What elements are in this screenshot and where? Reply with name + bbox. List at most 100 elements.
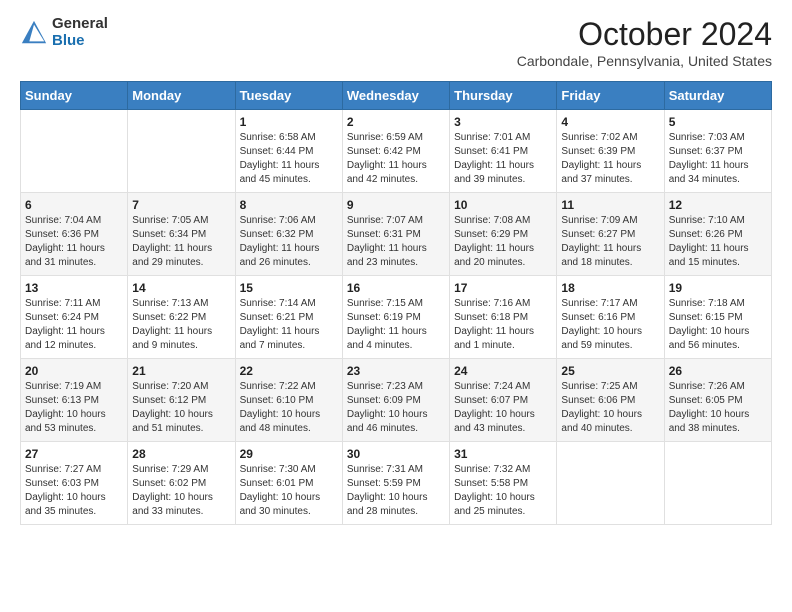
day-info: Sunrise: 7:24 AMSunset: 6:07 PMDaylight:…	[454, 380, 552, 436]
day-info: Sunrise: 7:18 AMSunset: 6:15 PMDaylight:…	[669, 297, 767, 353]
day-number: 3	[454, 115, 552, 129]
day-number: 28	[132, 447, 230, 461]
day-number: 8	[240, 198, 338, 212]
calendar-cell: 7 Sunrise: 7:05 AMSunset: 6:34 PMDaylight…	[128, 193, 235, 276]
week-row-1: 6Sunrise: 7:04 AMSunset: 6:36 PMDaylight…	[21, 193, 772, 276]
header-cell-saturday: Saturday	[664, 82, 771, 110]
week-row-4: 27 Sunrise: 7:27 AMSunset: 6:03 PMDayligh…	[21, 442, 772, 525]
day-info: Sunrise: 7:27 AMSunset: 6:03 PMDaylight:…	[25, 463, 123, 519]
day-number: 21	[132, 364, 230, 378]
day-info: Sunrise: 7:02 AMSunset: 6:39 PMDaylight:…	[561, 131, 659, 187]
day-number: 18	[561, 281, 659, 295]
calendar-cell: 31 Sunrise: 7:32 AMSunset: 5:58 PMDayligh…	[450, 442, 557, 525]
calendar-cell: 17 Sunrise: 7:16 AMSunset: 6:18 PMDayligh…	[450, 276, 557, 359]
day-number: 22	[240, 364, 338, 378]
day-number: 5	[669, 115, 767, 129]
calendar-cell: 23 Sunrise: 7:23 AMSunset: 6:09 PMDayligh…	[342, 359, 449, 442]
week-row-3: 20 Sunrise: 7:19 AMSunset: 6:13 PMDayligh…	[21, 359, 772, 442]
day-number: 19	[669, 281, 767, 295]
day-number: 16	[347, 281, 445, 295]
calendar-cell: 2 Sunrise: 6:59 AMSunset: 6:42 PMDaylight…	[342, 110, 449, 193]
day-info: Sunrise: 7:23 AMSunset: 6:09 PMDaylight:…	[347, 380, 445, 436]
location-title: Carbondale, Pennsylvania, United States	[517, 53, 772, 69]
day-info: Sunrise: 7:13 AMSunset: 6:22 PMDaylight:…	[132, 297, 230, 353]
logo-general-text: General	[52, 16, 108, 33]
calendar-cell: 28 Sunrise: 7:29 AMSunset: 6:02 PMDayligh…	[128, 442, 235, 525]
calendar-cell: 3 Sunrise: 7:01 AMSunset: 6:41 PMDaylight…	[450, 110, 557, 193]
day-number: 25	[561, 364, 659, 378]
logo-text: General Blue	[52, 16, 108, 49]
day-info: Sunrise: 7:08 AMSunset: 6:29 PMDaylight:…	[454, 214, 552, 270]
day-info: Sunrise: 7:32 AMSunset: 5:58 PMDaylight:…	[454, 463, 552, 519]
day-number: 6	[25, 198, 123, 212]
title-block: October 2024 Carbondale, Pennsylvania, U…	[517, 16, 772, 69]
day-info: Sunrise: 7:17 AMSunset: 6:16 PMDaylight:…	[561, 297, 659, 353]
calendar-cell: 21Sunrise: 7:20 AMSunset: 6:12 PMDayligh…	[128, 359, 235, 442]
day-info: Sunrise: 7:29 AMSunset: 6:02 PMDaylight:…	[132, 463, 230, 519]
day-info: Sunrise: 7:01 AMSunset: 6:41 PMDaylight:…	[454, 131, 552, 187]
day-number: 29	[240, 447, 338, 461]
day-info: Sunrise: 7:07 AMSunset: 6:31 PMDaylight:…	[347, 214, 445, 270]
day-info: Sunrise: 7:03 AMSunset: 6:37 PMDaylight:…	[669, 131, 767, 187]
day-info: Sunrise: 7:09 AMSunset: 6:27 PMDaylight:…	[561, 214, 659, 270]
calendar-body: 1 Sunrise: 6:58 AMSunset: 6:44 PMDaylight…	[21, 110, 772, 525]
calendar-cell	[557, 442, 664, 525]
day-number: 27	[25, 447, 123, 461]
calendar-cell: 13 Sunrise: 7:11 AMSunset: 6:24 PMDayligh…	[21, 276, 128, 359]
day-info: Sunrise: 6:58 AMSunset: 6:44 PMDaylight:…	[240, 131, 338, 187]
calendar-cell: 22 Sunrise: 7:22 AMSunset: 6:10 PMDayligh…	[235, 359, 342, 442]
header-cell-tuesday: Tuesday	[235, 82, 342, 110]
calendar-cell: 24 Sunrise: 7:24 AMSunset: 6:07 PMDayligh…	[450, 359, 557, 442]
day-number: 20	[25, 364, 123, 378]
day-number: 7	[132, 198, 230, 212]
day-number: 9	[347, 198, 445, 212]
day-info: Sunrise: 7:22 AMSunset: 6:10 PMDaylight:…	[240, 380, 338, 436]
logo-icon	[20, 19, 48, 47]
day-number: 14	[132, 281, 230, 295]
calendar-cell: 10Sunrise: 7:08 AMSunset: 6:29 PMDayligh…	[450, 193, 557, 276]
day-number: 2	[347, 115, 445, 129]
day-number: 31	[454, 447, 552, 461]
calendar-cell	[128, 110, 235, 193]
day-number: 12	[669, 198, 767, 212]
week-row-0: 1 Sunrise: 6:58 AMSunset: 6:44 PMDaylight…	[21, 110, 772, 193]
calendar-cell: 15Sunrise: 7:14 AMSunset: 6:21 PMDayligh…	[235, 276, 342, 359]
day-info: Sunrise: 7:26 AMSunset: 6:05 PMDaylight:…	[669, 380, 767, 436]
month-title: October 2024	[517, 16, 772, 53]
calendar-cell: 16 Sunrise: 7:15 AMSunset: 6:19 PMDayligh…	[342, 276, 449, 359]
day-number: 4	[561, 115, 659, 129]
calendar-cell: 11Sunrise: 7:09 AMSunset: 6:27 PMDayligh…	[557, 193, 664, 276]
calendar-table: SundayMondayTuesdayWednesdayThursdayFrid…	[20, 81, 772, 525]
day-info: Sunrise: 7:06 AMSunset: 6:32 PMDaylight:…	[240, 214, 338, 270]
day-number: 1	[240, 115, 338, 129]
header-cell-sunday: Sunday	[21, 82, 128, 110]
day-info: Sunrise: 7:31 AMSunset: 5:59 PMDaylight:…	[347, 463, 445, 519]
day-info: Sunrise: 7:30 AMSunset: 6:01 PMDaylight:…	[240, 463, 338, 519]
page-header: General Blue October 2024 Carbondale, Pe…	[20, 16, 772, 69]
day-info: Sunrise: 7:11 AMSunset: 6:24 PMDaylight:…	[25, 297, 123, 353]
day-number: 30	[347, 447, 445, 461]
calendar-cell: 27 Sunrise: 7:27 AMSunset: 6:03 PMDayligh…	[21, 442, 128, 525]
day-info: Sunrise: 7:10 AMSunset: 6:26 PMDaylight:…	[669, 214, 767, 270]
calendar-cell: 4 Sunrise: 7:02 AMSunset: 6:39 PMDaylight…	[557, 110, 664, 193]
calendar-cell: 26Sunrise: 7:26 AMSunset: 6:05 PMDayligh…	[664, 359, 771, 442]
calendar-header: SundayMondayTuesdayWednesdayThursdayFrid…	[21, 82, 772, 110]
day-info: Sunrise: 7:16 AMSunset: 6:18 PMDaylight:…	[454, 297, 552, 353]
day-number: 17	[454, 281, 552, 295]
calendar-cell: 20 Sunrise: 7:19 AMSunset: 6:13 PMDayligh…	[21, 359, 128, 442]
calendar-cell: 29 Sunrise: 7:30 AMSunset: 6:01 PMDayligh…	[235, 442, 342, 525]
day-info: Sunrise: 7:19 AMSunset: 6:13 PMDaylight:…	[25, 380, 123, 436]
header-cell-thursday: Thursday	[450, 82, 557, 110]
day-info: Sunrise: 7:05 AMSunset: 6:34 PMDaylight:…	[132, 214, 230, 270]
calendar-cell: 14 Sunrise: 7:13 AMSunset: 6:22 PMDayligh…	[128, 276, 235, 359]
day-info: Sunrise: 6:59 AMSunset: 6:42 PMDaylight:…	[347, 131, 445, 187]
day-info: Sunrise: 7:15 AMSunset: 6:19 PMDaylight:…	[347, 297, 445, 353]
calendar-cell: 25Sunrise: 7:25 AMSunset: 6:06 PMDayligh…	[557, 359, 664, 442]
header-cell-friday: Friday	[557, 82, 664, 110]
day-number: 23	[347, 364, 445, 378]
day-number: 13	[25, 281, 123, 295]
calendar-cell: 12 Sunrise: 7:10 AMSunset: 6:26 PMDayligh…	[664, 193, 771, 276]
logo-blue-text: Blue	[52, 33, 108, 50]
day-number: 24	[454, 364, 552, 378]
calendar-cell	[21, 110, 128, 193]
